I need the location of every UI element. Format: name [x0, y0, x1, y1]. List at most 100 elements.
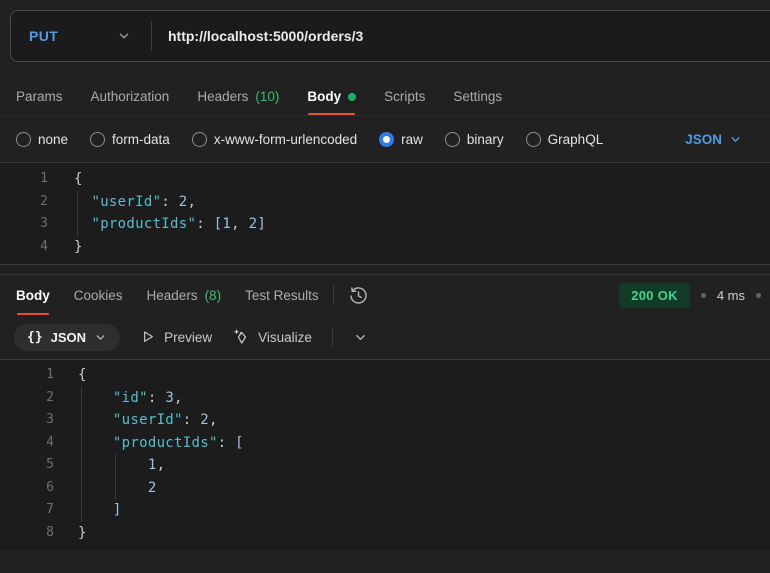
request-tab-params[interactable]: Params: [16, 78, 63, 115]
code-text: "productIds": [: [112, 434, 244, 451]
body-mode-label: form-data: [112, 131, 170, 147]
tab-label: Headers: [197, 89, 249, 104]
line-number: 4: [40, 238, 48, 254]
status-badge[interactable]: 200 OK: [619, 282, 690, 308]
request-url-bar: PUT: [10, 10, 770, 62]
line-number: 4: [46, 434, 54, 450]
line-number: 3: [40, 216, 48, 231]
code-line[interactable]: 2 "userId": 2,: [0, 191, 770, 214]
code-line[interactable]: 8}: [0, 522, 770, 545]
visualize-button[interactable]: Visualize: [232, 328, 312, 346]
code-text: {: [74, 171, 83, 187]
response-tabs-divider: [332, 285, 334, 305]
line-number: 1: [40, 171, 48, 186]
tab-count-badge: (10): [255, 89, 280, 104]
chevron-down-icon: [731, 136, 740, 142]
code-line[interactable]: 3 "userId": 2,: [0, 409, 770, 432]
request-tab-authorization[interactable]: Authorization: [91, 78, 170, 115]
code-text: "productIds": [1, 2]: [91, 216, 267, 232]
tab-label: Settings: [453, 89, 503, 104]
code-line[interactable]: 7 ]: [0, 499, 770, 522]
chevron-down-icon: [96, 334, 105, 340]
body-mode-graphql[interactable]: GraphQL: [525, 131, 603, 147]
body-mode-binary[interactable]: binary: [444, 131, 504, 147]
code-line[interactable]: 2 "id": 3,: [0, 387, 770, 410]
history-button[interactable]: [348, 275, 369, 315]
more-options-chevron-icon[interactable]: [353, 330, 368, 345]
response-header: Body Cookies Headers (8) Test Results 200 OK…: [0, 275, 770, 315]
request-tab-body[interactable]: Body: [307, 78, 357, 115]
method-label: PUT: [29, 28, 59, 44]
code-line[interactable]: 4 "productIds": [: [0, 432, 770, 455]
body-mode-bar: none form-data x-www-form-urlencoded raw bin…: [0, 116, 770, 162]
body-mode-raw[interactable]: raw: [379, 131, 423, 147]
tab-count-badge: (8): [204, 287, 222, 303]
chevron-down-icon: [119, 33, 129, 39]
body-mode-x-www-form-urlencoded[interactable]: x-www-form-urlencoded: [191, 131, 357, 147]
code-line[interactable]: 4}: [0, 236, 770, 259]
line-number: 8: [46, 524, 54, 540]
play-outline-icon: [144, 331, 153, 342]
controls-divider: [331, 327, 333, 347]
response-tab-body[interactable]: Body: [16, 275, 50, 315]
response-tab-headers[interactable]: Headers (8): [147, 275, 222, 315]
line-number: 2: [46, 389, 54, 405]
tab-label: Headers: [146, 287, 198, 303]
code-text: 2: [147, 479, 157, 496]
line-number: 6: [46, 479, 54, 495]
tab-label: Cookies: [73, 287, 123, 303]
response-body-editor[interactable]: 1{2 "id": 3, 3 "userId": 2, 4 "productIds"…: [0, 359, 770, 550]
tab-label: Body: [307, 89, 342, 104]
code-text: }: [74, 238, 83, 255]
code-text: {: [78, 367, 87, 383]
radio-icon: [444, 131, 460, 147]
dot-separator: [700, 292, 706, 298]
response-time[interactable]: 4 ms: [717, 288, 745, 303]
code-text: "userId": 2,: [112, 412, 218, 428]
preview-button[interactable]: Preview: [140, 329, 212, 345]
response-tab-cookies[interactable]: Cookies: [74, 275, 123, 315]
request-body-editor[interactable]: 1{2 "userId": 2, 3 "productIds": [1, 2] 4}: [0, 162, 770, 265]
radio-selected-icon: [379, 131, 395, 147]
indent-guide: [81, 387, 82, 522]
response-view-controls: {} JSON Preview Visualize: [0, 315, 770, 359]
response-status-group: 200 OK 4 ms: [619, 275, 761, 315]
dot-separator: [756, 292, 761, 298]
body-mode-label: binary: [466, 131, 504, 147]
line-number: 2: [40, 193, 48, 209]
body-mode-none[interactable]: none: [16, 131, 68, 147]
url-input[interactable]: [152, 28, 770, 44]
raw-language-label: JSON: [685, 131, 722, 147]
response-format-label: JSON: [50, 329, 87, 345]
visualize-sparkle-icon: [234, 329, 247, 344]
code-text: "id": 3,: [112, 389, 183, 406]
method-selector[interactable]: PUT: [11, 11, 151, 61]
pane-separator: [0, 265, 770, 274]
request-pane: PUT Params Authorization Headers (10) Body Sc…: [0, 10, 770, 265]
request-tab-headers[interactable]: Headers (10): [197, 78, 279, 115]
response-tab-test-results[interactable]: Test Results: [245, 275, 319, 315]
visualize-label: Visualize: [258, 329, 312, 345]
tab-label: Params: [16, 89, 63, 104]
radio-icon: [191, 131, 207, 147]
line-number: 5: [46, 457, 54, 472]
response-pane: Body Cookies Headers (8) Test Results 200 OK…: [0, 274, 770, 550]
preview-label: Preview: [164, 329, 213, 345]
raw-language-dropdown[interactable]: JSON: [685, 132, 742, 147]
body-mode-label: raw: [401, 131, 423, 147]
response-tabs: Body Cookies Headers (8) Test Results: [16, 275, 319, 315]
code-text: ]: [112, 502, 122, 518]
response-format-dropdown[interactable]: {} JSON: [14, 323, 121, 351]
request-tab-settings[interactable]: Settings: [453, 78, 502, 115]
code-line[interactable]: 1{: [0, 168, 770, 191]
code-text: }: [78, 524, 87, 541]
request-tab-scripts[interactable]: Scripts: [384, 78, 425, 115]
green-dot-indicator: [348, 92, 357, 101]
code-line[interactable]: 3 "productIds": [1, 2]: [0, 213, 770, 236]
body-mode-form-data[interactable]: form-data: [90, 131, 170, 147]
radio-icon: [16, 131, 31, 147]
code-text: 1,: [147, 457, 166, 473]
radio-icon: [525, 131, 541, 147]
code-line[interactable]: 1{: [0, 364, 770, 387]
tab-label: Authorization: [90, 89, 170, 104]
